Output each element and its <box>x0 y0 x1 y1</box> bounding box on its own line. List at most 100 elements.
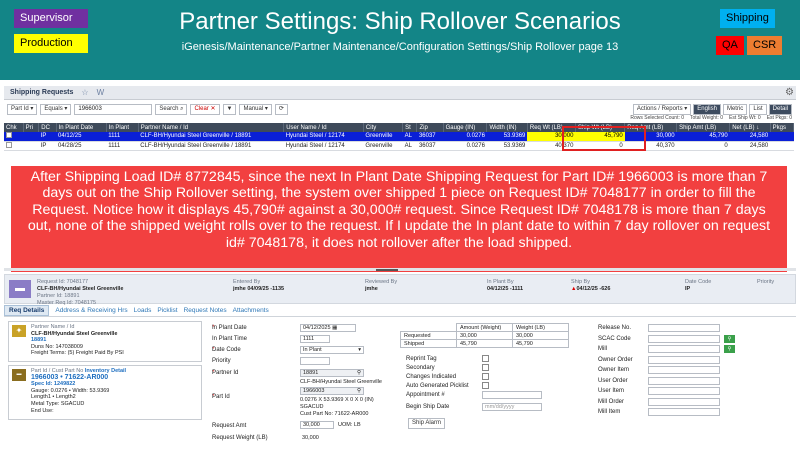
detail-view-button[interactable]: Detail <box>768 103 792 115</box>
field-input[interactable] <box>648 334 720 343</box>
field-input[interactable] <box>648 408 720 416</box>
list-view-button[interactable]: List <box>749 103 767 115</box>
column-header[interactable]: In Plant Date <box>56 123 107 132</box>
summary-datecode: Date Code IP <box>685 279 712 292</box>
binoculars-icon[interactable]: ⚲ <box>724 334 735 343</box>
date-code-select[interactable]: In Plant ▾ <box>300 346 364 354</box>
table-cell: AL <box>402 141 417 151</box>
table-cell: Greenville <box>363 132 403 142</box>
table-cell: IP <box>38 132 57 142</box>
column-header[interactable]: Net (LB) ↓ <box>729 123 771 132</box>
truck-icon: ▬ <box>9 280 31 298</box>
field-label: Owner Order <box>598 356 633 363</box>
column-header[interactable]: Pri <box>23 123 40 132</box>
table-cell: 04/12/25 <box>56 132 107 142</box>
table-cell: IP <box>38 141 57 151</box>
priority-input[interactable] <box>300 357 330 365</box>
in-plant-time-input[interactable]: 1111 <box>300 335 330 343</box>
tab-req-details[interactable]: Req Details <box>4 305 50 316</box>
partner-card: ✦ Partner Name / Id CLF-BH/Hyundai Steel… <box>8 321 202 362</box>
field-input[interactable] <box>648 366 720 374</box>
tab-loads[interactable]: Loads <box>134 307 152 314</box>
tab-picklist[interactable]: Picklist <box>157 307 177 314</box>
slide-subtitle: iGenesis/Maintenance/Partner Maintenance… <box>181 41 619 53</box>
request-form: In Plant Date * 04/12/2025 ▦ In Plant Tim… <box>212 324 382 441</box>
tab-address[interactable]: Address & Receiving Hrs <box>55 307 127 314</box>
star-icon[interactable]: ☆ <box>81 88 88 97</box>
partner-id-link[interactable]: 18891 <box>31 337 199 344</box>
column-header[interactable]: Width (IN) <box>486 123 528 132</box>
search-input[interactable]: 1966003 <box>74 103 153 115</box>
metric-toggle[interactable]: Metric <box>722 103 748 115</box>
column-header[interactable]: St <box>402 123 418 132</box>
field-label: Mill Order <box>598 398 625 405</box>
refresh-button[interactable]: ⟳ <box>274 103 288 115</box>
reference-fields: Release No. SCAC Code ⚲ Mill ⚲ Owner Order Own… <box>598 324 738 444</box>
field-input[interactable] <box>648 355 720 364</box>
in-plant-date-input[interactable]: 04/12/2025 ▦ <box>300 324 356 332</box>
secondary-checkbox[interactable] <box>482 364 489 371</box>
column-header[interactable]: Chk <box>4 123 24 132</box>
summary-inplant: In Plant By 04/12/25 -1111 <box>487 279 524 292</box>
filter-button[interactable]: ▼ <box>222 103 237 115</box>
english-toggle[interactable]: English <box>693 103 721 115</box>
table-cell: 0.0276 <box>443 141 487 151</box>
table-cell: 1111 <box>106 132 139 142</box>
field-input[interactable] <box>648 397 720 406</box>
field-select[interactable]: Part Id ▾ <box>7 103 38 115</box>
tab-shipping-requests[interactable]: Shipping Requests <box>10 89 73 96</box>
request-amt-input[interactable]: 30,000 <box>300 421 334 429</box>
search-button[interactable]: Search ⌕ <box>155 103 188 115</box>
column-header[interactable]: Zip <box>416 123 444 132</box>
column-header[interactable]: City <box>363 123 404 132</box>
column-header[interactable]: User Name / Id <box>283 123 364 132</box>
ship-alarm-button[interactable]: Ship Alarm <box>408 418 446 429</box>
column-header[interactable]: Partner Name / Id <box>138 123 285 132</box>
binoculars-icon[interactable]: ⚲ <box>724 345 735 353</box>
tab-attachments[interactable]: Attachments <box>233 307 269 314</box>
gear-icon[interactable]: ⚙ <box>785 87 794 98</box>
column-header[interactable]: In Plant <box>106 123 139 132</box>
begin-ship-date-input[interactable]: mm/dd/yyyy <box>482 403 542 411</box>
table-row[interactable]: IP 04/12/25 1111 CLF-BH/Hyundai Steel Green… <box>4 132 794 142</box>
clear-button[interactable]: Clear ✕ <box>190 103 220 115</box>
detail-tabs: Req Details Address & Receiving Hrs Load… <box>4 305 796 317</box>
request-summary: ▬ Request Id: 7048177 CLF-BH/Hyundai Ste… <box>4 274 796 306</box>
appointment-input[interactable] <box>482 391 542 399</box>
column-header[interactable]: Ship Amt (LB) <box>676 123 731 132</box>
reprint-tag-checkbox[interactable] <box>482 355 489 362</box>
uom-text: UOM: LB <box>338 422 361 428</box>
field-input[interactable] <box>648 345 720 353</box>
field-label: Mill Item <box>598 409 621 415</box>
table-cell <box>770 141 794 151</box>
actions-reports-button[interactable]: Actions / Reports ▾ <box>632 103 692 115</box>
table-row[interactable]: IP 04/28/25 1111 CLF-BH/Hyundai Steel Green… <box>4 141 794 151</box>
field-label: Owner Item <box>598 367 630 373</box>
pane-splitter[interactable] <box>4 268 796 271</box>
explanation-callout: After Shipping Load ID# 8772845, since t… <box>11 166 787 272</box>
changes-indicated-checkbox[interactable] <box>482 373 489 380</box>
table-cell: CLF-BH/Hyundai Steel Greenville / 18891 <box>138 141 284 151</box>
partner-id-input[interactable]: 18891 ⚲ <box>300 369 364 377</box>
column-header[interactable]: Gauge (IN) <box>443 123 488 132</box>
w-icon[interactable]: W <box>97 88 105 97</box>
column-header[interactable]: Pkgs <box>770 123 795 132</box>
field-input[interactable] <box>648 376 720 385</box>
mode-select[interactable]: Manual ▾ <box>239 103 272 115</box>
part-id-input[interactable]: 1966003 ⚲ <box>300 387 364 395</box>
table-cell: Hyundai Steel / 12174 <box>283 132 364 142</box>
column-header[interactable]: DC <box>38 123 57 132</box>
table-cell: 36037 <box>416 132 444 142</box>
est-pkgs-count: Est Pkgs: 0 <box>766 115 792 121</box>
summary-request: Request Id: 7048177 CLF-BH/Hyundai Steel… <box>37 279 124 306</box>
operator-select[interactable]: Equals ▾ <box>40 103 72 115</box>
requests-grid: Chk Pri DC In Plant Date In Plant Partner Nam… <box>4 123 795 151</box>
auto-picklist-checkbox[interactable] <box>482 382 489 389</box>
tab-request-notes[interactable]: Request Notes <box>184 307 227 314</box>
summary-priority: Priority <box>757 279 775 285</box>
field-input[interactable] <box>648 324 720 332</box>
field-input[interactable] <box>648 387 720 395</box>
field-label: Mill <box>598 346 607 352</box>
part-desc-3: Cust Part No: 71622-AR000 <box>300 411 369 417</box>
highlight-box <box>562 126 646 151</box>
